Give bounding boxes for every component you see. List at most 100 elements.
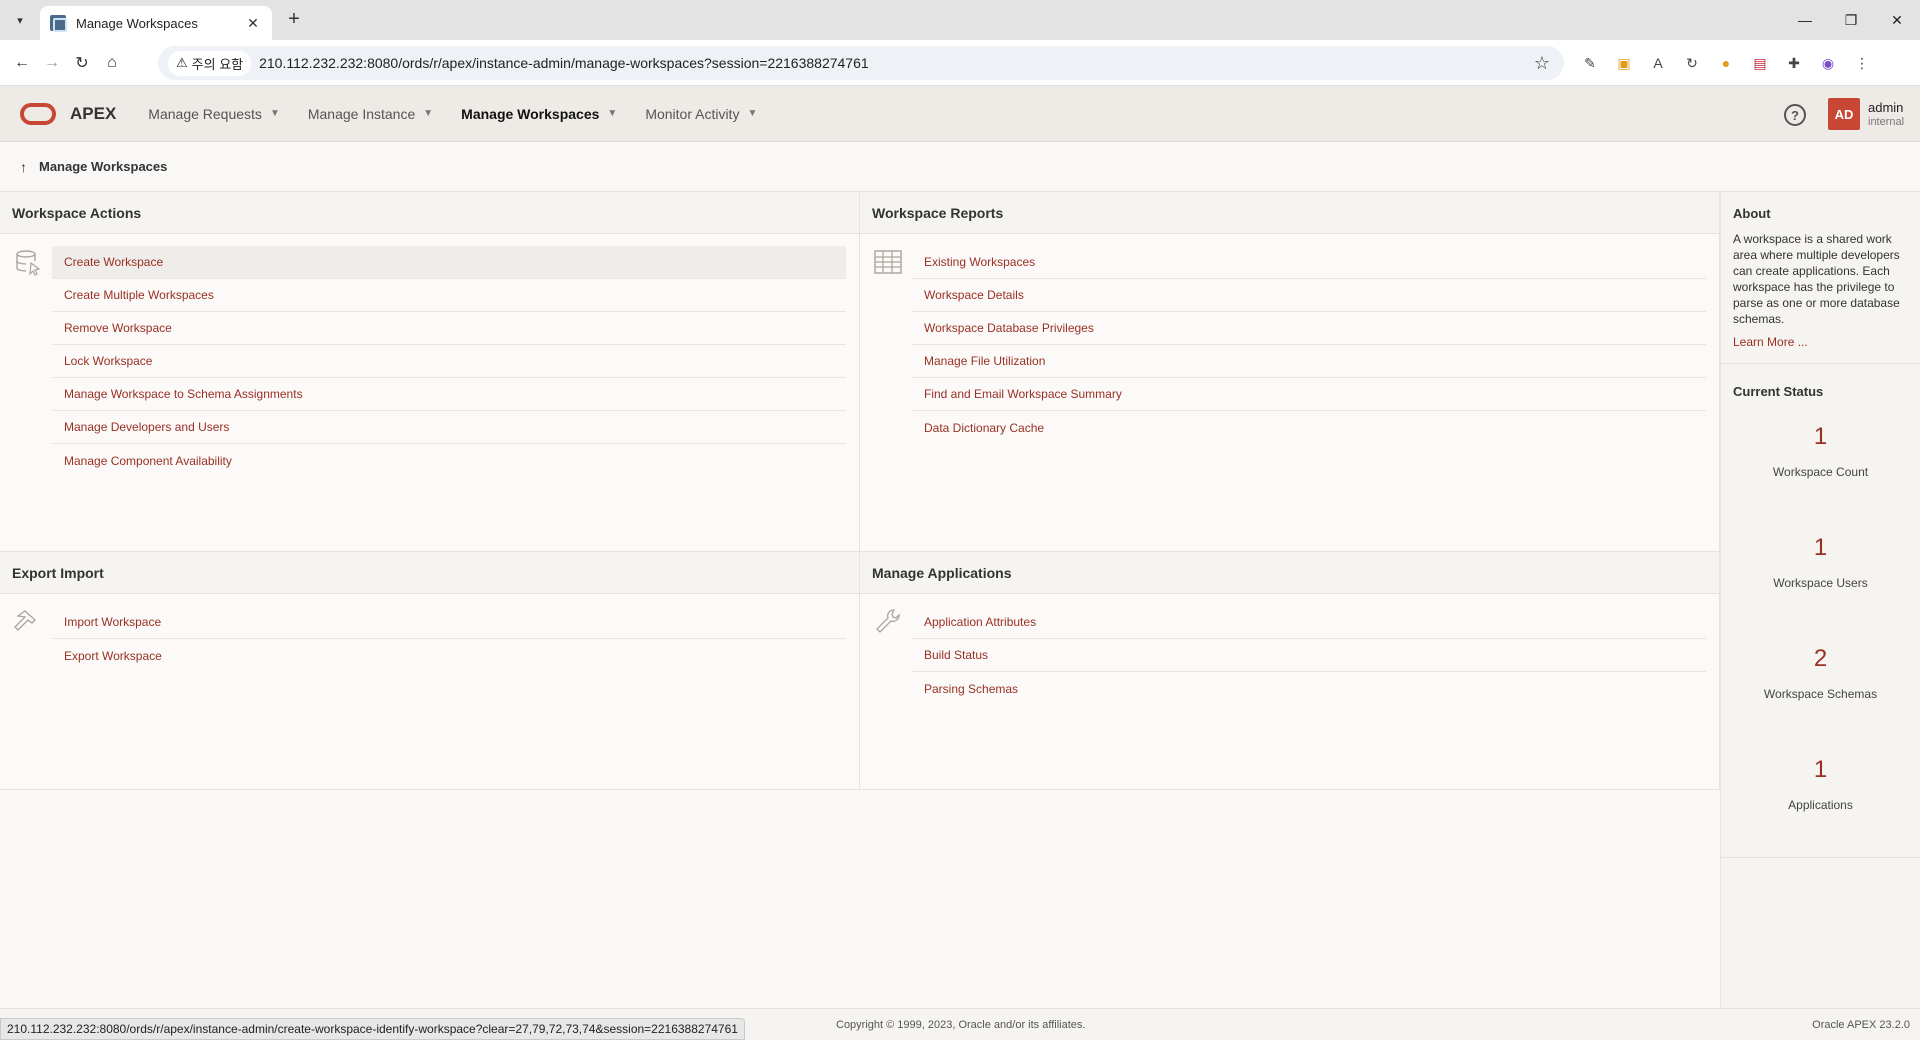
- help-icon[interactable]: ?: [1784, 104, 1806, 126]
- current-status-box: Current Status 1 Workspace Count 1 Works…: [1721, 364, 1920, 858]
- avatar[interactable]: AD: [1828, 98, 1860, 130]
- region-workspace-actions: Workspace Actions Create Workspace Creat…: [0, 192, 860, 552]
- link-manage-developers-users[interactable]: Manage Developers and Users: [52, 411, 846, 444]
- home-icon[interactable]: ⌂: [100, 51, 124, 75]
- menu-manage-workspaces[interactable]: Manage Workspaces ▼: [461, 106, 617, 122]
- pdf-extension-icon[interactable]: ▤: [1748, 51, 1772, 75]
- stat-value: 1: [1813, 756, 1828, 783]
- stat-workspace-users[interactable]: 1 Workspace Users: [1721, 510, 1920, 621]
- sync-extension-icon[interactable]: ↻: [1680, 51, 1704, 75]
- workspace-reports-list: Existing Workspaces Workspace Details Wo…: [912, 246, 1706, 444]
- link-create-multiple-workspaces[interactable]: Create Multiple Workspaces: [52, 279, 846, 312]
- wrench-icon: [876, 609, 900, 633]
- bookmark-star-icon[interactable]: ☆: [1534, 53, 1550, 74]
- link-remove-workspace[interactable]: Remove Workspace: [52, 312, 846, 345]
- menu-monitor-activity[interactable]: Monitor Activity ▼: [645, 106, 757, 122]
- database-icon: [16, 250, 41, 276]
- font-extension-icon[interactable]: A: [1646, 51, 1670, 75]
- region-manage-applications: Manage Applications Application Attribut…: [860, 552, 1720, 790]
- menu-label: Manage Requests: [148, 105, 262, 122]
- warning-triangle-icon: ⚠: [176, 55, 188, 70]
- tab-title: Manage Workspaces: [76, 15, 198, 31]
- stat-value: 1: [1813, 534, 1828, 561]
- oracle-logo-icon[interactable]: [20, 102, 56, 125]
- link-manage-component-availability[interactable]: Manage Component Availability: [52, 444, 846, 477]
- menu-manage-requests[interactable]: Manage Requests ▼: [148, 106, 280, 122]
- browser-menu-icon[interactable]: ⋮: [1850, 51, 1874, 75]
- link-workspace-database-privileges[interactable]: Workspace Database Privileges: [912, 312, 1706, 345]
- extensions-area: ✎ ▣ A ↻ ● ▤ ✚ ◉ ⋮: [1578, 51, 1874, 75]
- security-indicator[interactable]: ⚠ 주의 요함: [168, 50, 252, 76]
- new-tab-plus-icon[interactable]: +: [282, 8, 306, 32]
- learn-more-link[interactable]: Learn More ...: [1733, 335, 1808, 349]
- url-text[interactable]: 210.112.232.232:8080/ords/r/apex/instanc…: [259, 55, 869, 71]
- hammer-icon: [14, 610, 36, 631]
- puzzle-extensions-icon[interactable]: ✚: [1782, 51, 1806, 75]
- browser-tab-manage-workspaces[interactable]: Manage Workspaces ✕: [40, 6, 272, 40]
- stat-value: 2: [1813, 645, 1828, 672]
- link-export-workspace[interactable]: Export Workspace: [52, 639, 846, 672]
- stat-label: Workspace Users: [1773, 576, 1868, 590]
- link-existing-workspaces[interactable]: Existing Workspaces: [912, 246, 1706, 279]
- window-close-icon[interactable]: ✕: [1874, 0, 1920, 40]
- menu-label: Monitor Activity: [645, 105, 740, 122]
- chevron-down-icon: ▼: [747, 108, 758, 119]
- tab-list-chevron-icon[interactable]: ▾: [8, 8, 32, 32]
- up-arrow-icon[interactable]: ↑: [20, 159, 27, 175]
- stat-applications[interactable]: 1 Applications: [1721, 732, 1920, 843]
- chevron-down-icon: ▼: [607, 108, 618, 119]
- region-export-import: Export Import Import Workspace Export Wo…: [0, 552, 860, 790]
- badge-extension-icon[interactable]: ●: [1714, 51, 1738, 75]
- link-application-attributes[interactable]: Application Attributes: [912, 606, 1706, 639]
- region-title: Export Import: [0, 552, 859, 594]
- region-title: Workspace Actions: [0, 192, 859, 234]
- notes-extension-icon[interactable]: ▣: [1612, 51, 1636, 75]
- link-create-workspace[interactable]: Create Workspace: [52, 246, 846, 279]
- link-lock-workspace[interactable]: Lock Workspace: [52, 345, 846, 378]
- restore-icon[interactable]: ❐: [1828, 0, 1874, 40]
- eyedropper-extension-icon[interactable]: ✎: [1578, 51, 1602, 75]
- about-text: A workspace is a shared work area where …: [1733, 232, 1900, 326]
- export-import-list: Import Workspace Export Workspace: [52, 606, 846, 672]
- browser-tab-bar: ▾ Manage Workspaces ✕ + — ❐ ✕: [0, 0, 1920, 40]
- tab-close-icon[interactable]: ✕: [244, 15, 262, 32]
- region-title: Manage Applications: [860, 552, 1719, 594]
- user-name[interactable]: admin: [1868, 100, 1903, 115]
- apex-header: APEX Manage Requests ▼ Manage Instance ▼…: [0, 86, 1920, 142]
- stat-label: Workspace Count: [1772, 465, 1869, 479]
- link-workspace-details[interactable]: Workspace Details: [912, 279, 1706, 312]
- forward-arrow-icon[interactable]: →: [40, 51, 64, 75]
- side-panel: About A workspace is a shared work area …: [1720, 192, 1920, 1008]
- stat-workspace-schemas[interactable]: 2 Workspace Schemas: [1721, 621, 1920, 732]
- link-data-dictionary-cache[interactable]: Data Dictionary Cache: [912, 411, 1706, 444]
- about-box: About A workspace is a shared work area …: [1721, 192, 1920, 364]
- chevron-down-icon: ▼: [269, 108, 280, 119]
- link-manage-workspace-schema[interactable]: Manage Workspace to Schema Assignments: [52, 378, 846, 411]
- version-text: Oracle APEX 23.2.0: [1812, 1019, 1910, 1031]
- stat-workspace-count[interactable]: 1 Workspace Count: [1721, 399, 1920, 510]
- back-arrow-icon[interactable]: ←: [10, 51, 34, 75]
- breadcrumb: ↑ Manage Workspaces: [0, 142, 1920, 192]
- reload-icon[interactable]: ↻: [70, 51, 94, 75]
- stat-label: Workspace Schemas: [1763, 687, 1878, 701]
- copyright-text: Copyright © 1999, 2023, Oracle and/or it…: [836, 1019, 1086, 1031]
- menu-label: Manage Instance: [307, 105, 416, 122]
- breadcrumb-current: Manage Workspaces: [39, 159, 168, 174]
- link-import-workspace[interactable]: Import Workspace: [52, 606, 846, 639]
- profile-icon[interactable]: ◉: [1816, 51, 1840, 75]
- link-manage-file-utilization[interactable]: Manage File Utilization: [912, 345, 1706, 378]
- address-bar[interactable]: ⚠ 주의 요함 210.112.232.232:8080/ords/r/apex…: [158, 46, 1564, 80]
- link-parsing-schemas[interactable]: Parsing Schemas: [912, 672, 1706, 705]
- menu-manage-instance[interactable]: Manage Instance ▼: [308, 106, 433, 122]
- user-workspace: internal: [1868, 116, 1905, 128]
- link-build-status[interactable]: Build Status: [912, 639, 1706, 672]
- app-name[interactable]: APEX: [70, 104, 116, 124]
- region-title: Workspace Reports: [860, 192, 1719, 234]
- stat-value: 1: [1813, 423, 1828, 450]
- link-find-email-summary[interactable]: Find and Email Workspace Summary: [912, 378, 1706, 411]
- about-title: About: [1733, 206, 1771, 221]
- stat-label: Applications: [1788, 798, 1853, 812]
- minimize-icon[interactable]: —: [1782, 0, 1828, 40]
- workspace-actions-list: Create Workspace Create Multiple Workspa…: [52, 246, 846, 477]
- chevron-down-icon: ▼: [423, 108, 434, 119]
